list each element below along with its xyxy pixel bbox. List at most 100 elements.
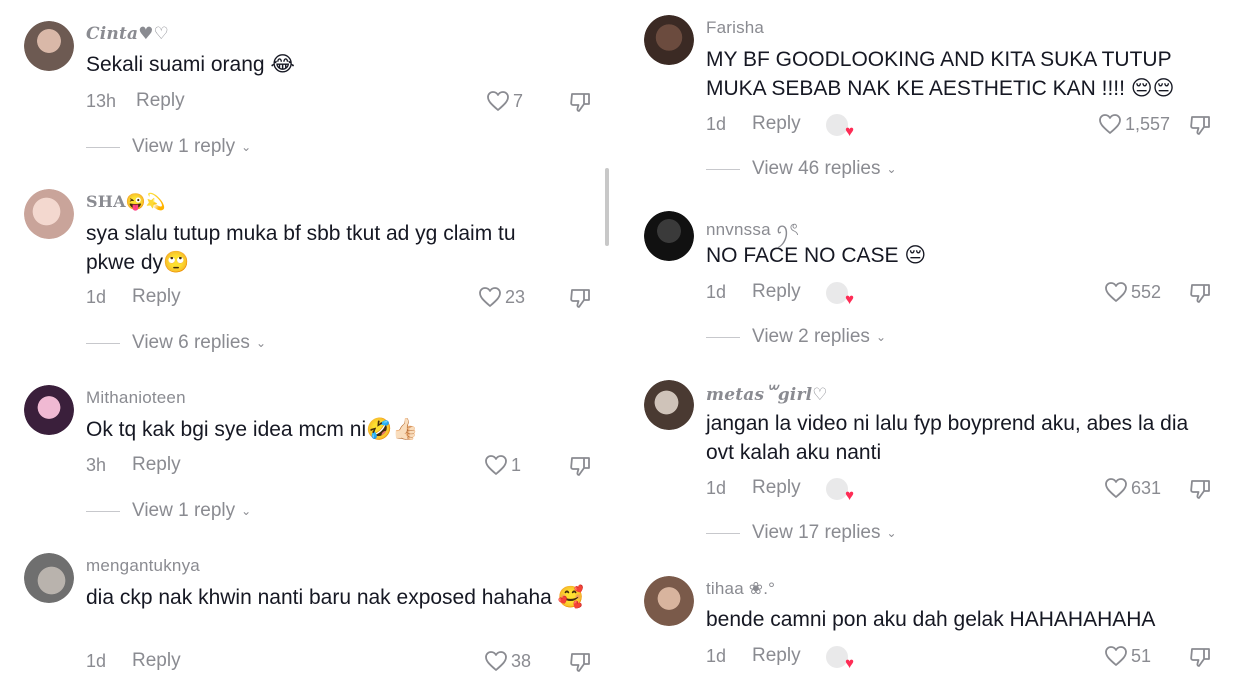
like-button[interactable]: 51 bbox=[1104, 645, 1151, 667]
reply-button[interactable]: Reply bbox=[136, 90, 185, 112]
like-button[interactable]: 631 bbox=[1104, 477, 1161, 499]
like-button[interactable]: 552 bbox=[1104, 281, 1161, 303]
divider-line bbox=[86, 146, 120, 148]
user-avatar[interactable] bbox=[24, 189, 74, 239]
dislike-button[interactable] bbox=[1188, 281, 1212, 310]
chevron-down-icon: ⌄ bbox=[886, 526, 897, 540]
comments-column-left: Cinta♥♡ Sekali suami orang 😂 13h Reply 7… bbox=[0, 0, 620, 689]
reply-button[interactable]: Reply bbox=[132, 286, 181, 308]
like-button[interactable]: 7 bbox=[486, 90, 523, 112]
heart-outline-icon bbox=[1104, 477, 1128, 499]
thumbs-down-icon bbox=[568, 653, 592, 678]
comment-time: 13h bbox=[86, 91, 117, 111]
chevron-down-icon: ⌄ bbox=[255, 336, 266, 350]
chevron-down-icon: ⌄ bbox=[886, 162, 897, 176]
like-count: 38 bbox=[511, 650, 532, 671]
comment-username[interactable]: tihaa ❀.° bbox=[706, 579, 775, 599]
like-count: 23 bbox=[505, 286, 526, 307]
chevron-down-icon: ⌄ bbox=[241, 140, 252, 154]
comment-time: 1d bbox=[706, 282, 727, 302]
heart-badge-icon: ♥ bbox=[845, 487, 854, 504]
like-button[interactable]: 1,557 bbox=[1098, 113, 1170, 135]
comment-time: 1d bbox=[706, 478, 727, 498]
view-replies-button[interactable]: View 2 replies ⌄ bbox=[706, 326, 886, 348]
view-replies-label: View 1 reply bbox=[132, 136, 236, 157]
dislike-button[interactable] bbox=[568, 286, 592, 315]
dislike-button[interactable] bbox=[568, 650, 592, 679]
heart-outline-icon bbox=[484, 650, 508, 672]
user-avatar[interactable] bbox=[644, 15, 694, 65]
heart-outline-icon bbox=[486, 90, 510, 112]
like-count: 552 bbox=[1131, 281, 1162, 302]
heart-badge-icon: ♥ bbox=[845, 655, 854, 672]
user-avatar[interactable] bbox=[644, 380, 694, 430]
creator-liked-avatar-icon: ♥ bbox=[824, 112, 854, 139]
view-replies-label: View 1 reply bbox=[132, 500, 236, 521]
comment-text: MY BF GOODLOOKING AND KITA SUKA TUTUP MU… bbox=[706, 48, 1175, 100]
like-button[interactable]: 38 bbox=[484, 650, 531, 672]
dislike-button[interactable] bbox=[568, 90, 592, 119]
reply-button[interactable]: Reply bbox=[752, 113, 801, 135]
comment-time: 1d bbox=[86, 651, 107, 671]
comment-text: sya slalu tutup muka bf sbb tkut ad yg c… bbox=[86, 222, 516, 274]
dislike-button[interactable] bbox=[1188, 477, 1212, 506]
like-count: 51 bbox=[1131, 645, 1152, 666]
chevron-down-icon: ⌄ bbox=[875, 330, 886, 344]
divider-line bbox=[86, 510, 120, 512]
heart-outline-icon bbox=[1104, 281, 1128, 303]
view-replies-button[interactable]: View 46 replies ⌄ bbox=[706, 158, 897, 180]
comment-username[interactable]: mengantuknya bbox=[86, 556, 200, 576]
reply-button[interactable]: Reply bbox=[132, 454, 181, 476]
reply-button[interactable]: Reply bbox=[752, 281, 801, 303]
thumbs-down-icon bbox=[1188, 480, 1212, 505]
divider-line bbox=[86, 342, 120, 344]
like-count: 631 bbox=[1131, 477, 1162, 498]
dislike-button[interactable] bbox=[1188, 645, 1212, 674]
user-avatar[interactable] bbox=[644, 576, 694, 626]
view-replies-button[interactable]: View 6 replies ⌄ bbox=[86, 332, 266, 354]
thumbs-down-icon bbox=[568, 457, 592, 482]
heart-outline-icon bbox=[484, 454, 508, 476]
dislike-button[interactable] bbox=[1188, 113, 1212, 142]
user-avatar[interactable] bbox=[644, 211, 694, 261]
like-count: 1,557 bbox=[1125, 113, 1171, 134]
comment-time: 3h bbox=[86, 455, 107, 475]
view-replies-button[interactable]: View 17 replies ⌄ bbox=[706, 522, 897, 544]
comment-text: NO FACE NO CASE 😔 bbox=[706, 244, 927, 267]
reply-button[interactable]: Reply bbox=[132, 650, 181, 672]
creator-liked-avatar-icon: ♥ bbox=[824, 280, 854, 307]
heart-outline-icon bbox=[478, 286, 502, 308]
thumbs-down-icon bbox=[568, 289, 592, 314]
comment-text: dia ckp nak khwin nanti baru nak exposed… bbox=[86, 586, 584, 609]
comment-username[interactable]: Cinta♥♡ bbox=[86, 24, 169, 44]
comment-time: 1d bbox=[706, 646, 727, 666]
dislike-button[interactable] bbox=[568, 454, 592, 483]
user-avatar[interactable] bbox=[24, 21, 74, 71]
comment-text: Sekali suami orang 😂 bbox=[86, 53, 295, 76]
comment-username[interactable]: Mithanioteen bbox=[86, 388, 186, 408]
user-avatar[interactable] bbox=[24, 553, 74, 603]
divider-line bbox=[706, 532, 740, 534]
comment-username[interactable]: metas꒳girl♡ bbox=[706, 383, 828, 405]
like-button[interactable]: 23 bbox=[478, 286, 525, 308]
chevron-down-icon: ⌄ bbox=[241, 504, 252, 518]
scrollbar[interactable] bbox=[605, 168, 609, 246]
heart-outline-icon bbox=[1104, 645, 1128, 667]
view-replies-label: View 46 replies bbox=[752, 158, 881, 179]
heart-badge-icon: ♥ bbox=[845, 291, 854, 308]
view-replies-button[interactable]: View 1 reply ⌄ bbox=[86, 500, 251, 522]
user-avatar[interactable] bbox=[24, 385, 74, 435]
view-replies-button[interactable]: View 1 reply ⌄ bbox=[86, 136, 251, 158]
view-replies-label: View 17 replies bbox=[752, 522, 881, 543]
comment-username[interactable]: Farisha bbox=[706, 18, 764, 38]
like-button[interactable]: 1 bbox=[484, 454, 521, 476]
comment-text: Ok tq kak bgi sye idea mcm ni🤣👍🏻 bbox=[86, 418, 419, 441]
comment-username[interactable]: SHA😜💫 bbox=[86, 192, 166, 211]
heart-badge-icon: ♥ bbox=[845, 123, 854, 140]
comment-text: bende camni pon aku dah gelak HAHAHAHAHA bbox=[706, 608, 1156, 631]
thumbs-down-icon bbox=[568, 93, 592, 118]
reply-button[interactable]: Reply bbox=[752, 645, 801, 667]
divider-line bbox=[706, 336, 740, 338]
creator-liked-avatar-icon: ♥ bbox=[824, 644, 854, 671]
reply-button[interactable]: Reply bbox=[752, 477, 801, 499]
